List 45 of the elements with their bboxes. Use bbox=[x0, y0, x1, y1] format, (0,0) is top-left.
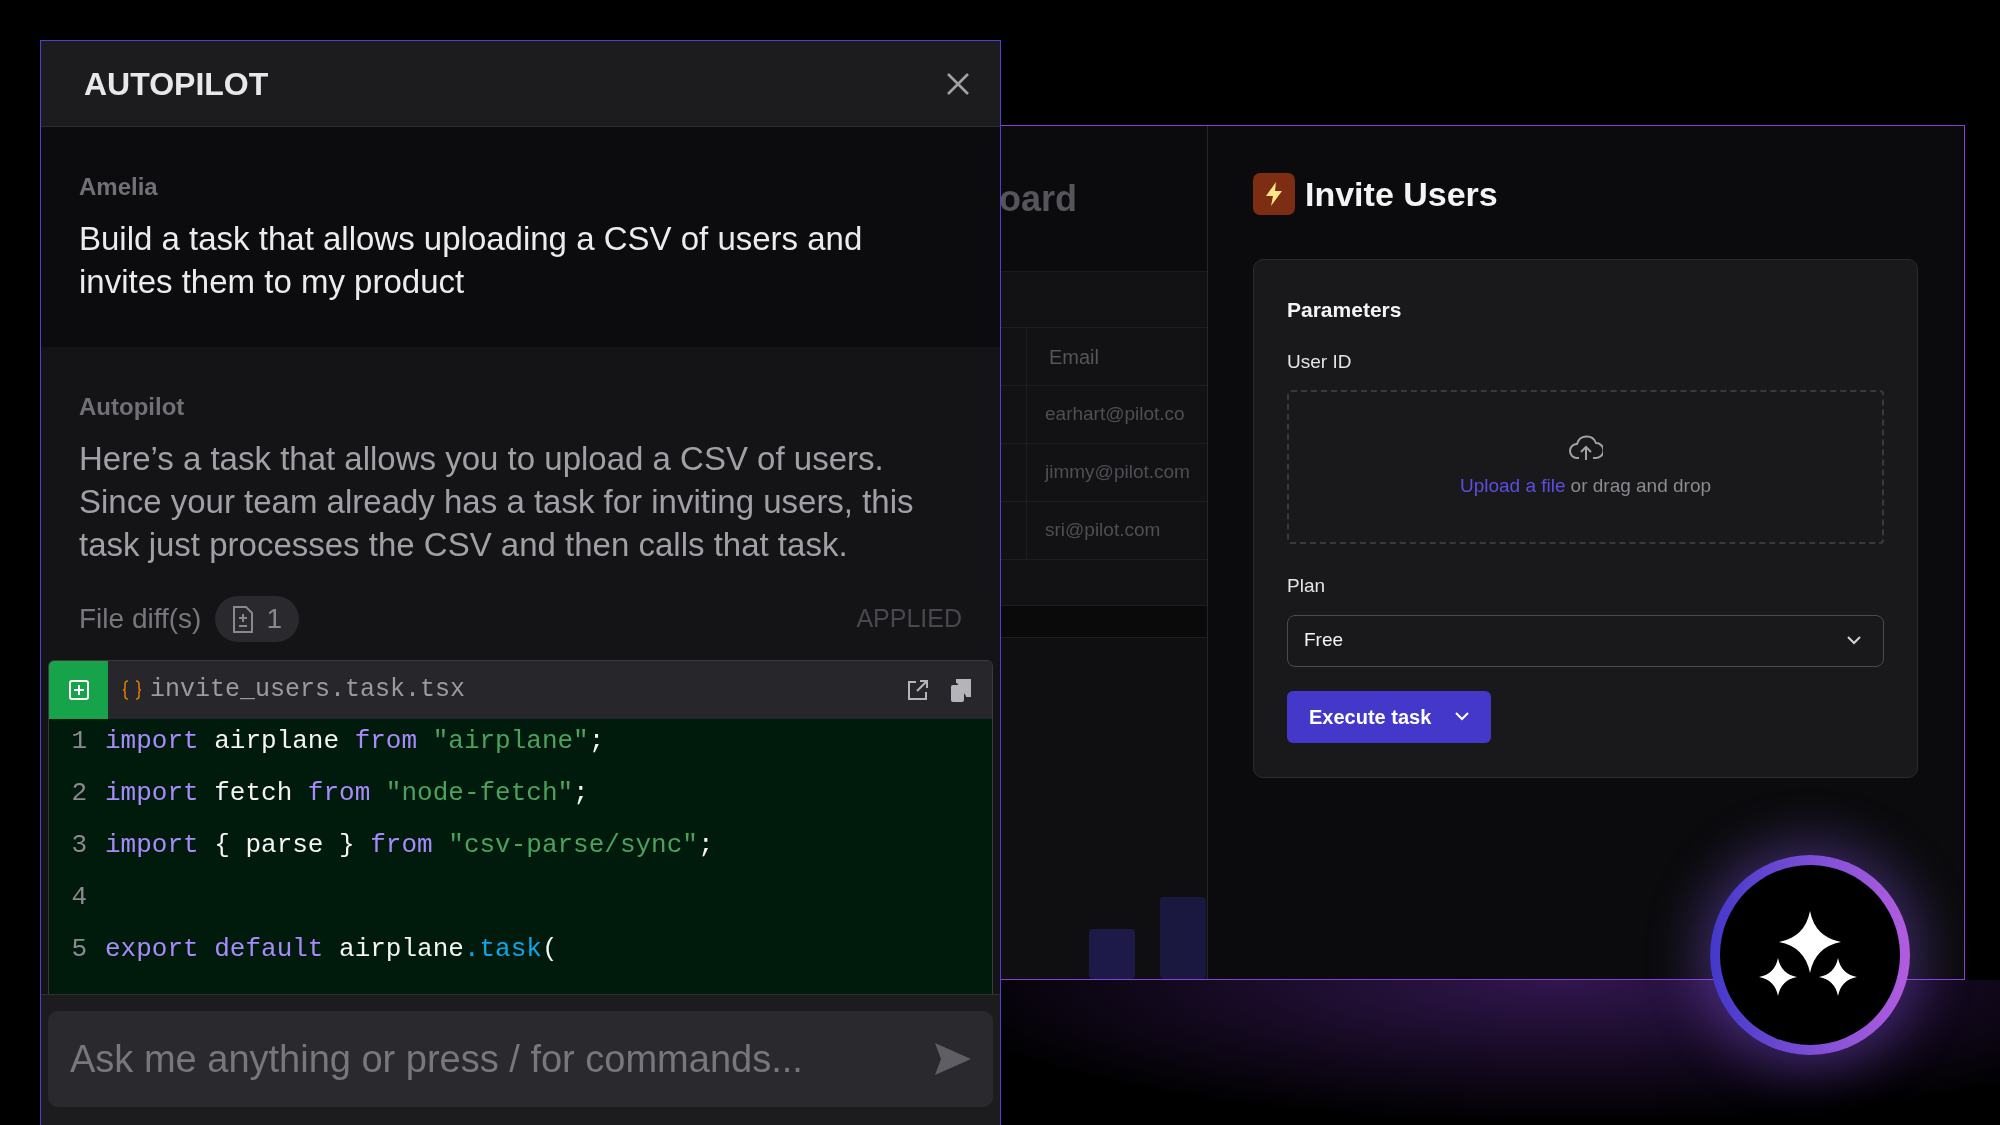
braces-icon bbox=[122, 680, 142, 700]
copy-button[interactable] bbox=[950, 677, 974, 703]
upload-dropzone[interactable]: Upload a file or drag and drop bbox=[1287, 390, 1884, 544]
upload-link[interactable]: Upload a file bbox=[1459, 471, 1566, 501]
table-cell-text: jimmy@pilot.com bbox=[1045, 460, 1190, 485]
copy-icon bbox=[950, 677, 972, 703]
file-diff-icon bbox=[232, 605, 255, 633]
chat-input[interactable]: Ask me anything or press / for commands... bbox=[48, 1011, 993, 1107]
close-icon bbox=[946, 71, 970, 96]
message-text: Here’s a task that allows you to upload a CSV of users. Since your team already has a task for inviting users, this task just processes the CSV and then calls that task. bbox=[79, 439, 915, 565]
code-line: import airplane from "airplane"; bbox=[105, 725, 605, 758]
table-cell-text: earhart@pilot.co bbox=[1045, 402, 1185, 427]
line-number: 2 bbox=[70, 777, 88, 810]
add-file-button[interactable] bbox=[49, 661, 108, 719]
message-text: Build a task that allows uploading a CSV of users and invites them to my product bbox=[79, 219, 864, 302]
line-number: 5 bbox=[70, 933, 88, 966]
plus-square-icon bbox=[68, 680, 89, 700]
page-title: oard bbox=[1001, 176, 1077, 221]
section-title: Parameters bbox=[1287, 297, 1403, 323]
external-link-icon bbox=[906, 678, 930, 702]
line-number: 3 bbox=[70, 829, 88, 862]
chevron-down-icon bbox=[1847, 636, 1861, 645]
plan-select[interactable]: Free bbox=[1287, 614, 1884, 667]
chevron-down-icon bbox=[1455, 712, 1470, 721]
file-diffs-label: File diff(s) bbox=[79, 602, 202, 636]
lightning-icon bbox=[1253, 173, 1295, 215]
applied-status: APPLIED bbox=[856, 603, 962, 635]
message-author: Amelia bbox=[79, 172, 159, 202]
file-count-pill[interactable]: 1 bbox=[215, 596, 299, 642]
file-name: invite_users.task.tsx bbox=[150, 674, 466, 707]
code-line: export default airplane.task( bbox=[105, 933, 558, 966]
column-header: Email bbox=[1049, 344, 1099, 370]
panel-title: AUTOPILOT bbox=[84, 64, 269, 104]
cloud-upload-icon bbox=[1568, 433, 1603, 462]
execute-task-button[interactable]: Execute task bbox=[1287, 690, 1491, 743]
upload-hint: or drag and drop bbox=[1570, 473, 1712, 498]
code-line: import { parse } from "csv-parse/sync"; bbox=[105, 829, 714, 862]
code-line: import fetch from "node-fetch"; bbox=[105, 777, 589, 810]
message-author: Autopilot bbox=[79, 392, 186, 422]
field-label: Plan bbox=[1287, 574, 1327, 598]
field-label: User ID bbox=[1287, 349, 1353, 374]
table-cell-text: sri@pilot.com bbox=[1045, 518, 1161, 543]
task-title: Invite Users bbox=[1305, 173, 1498, 215]
line-number: 4 bbox=[70, 881, 88, 914]
line-number: 1 bbox=[70, 725, 88, 758]
